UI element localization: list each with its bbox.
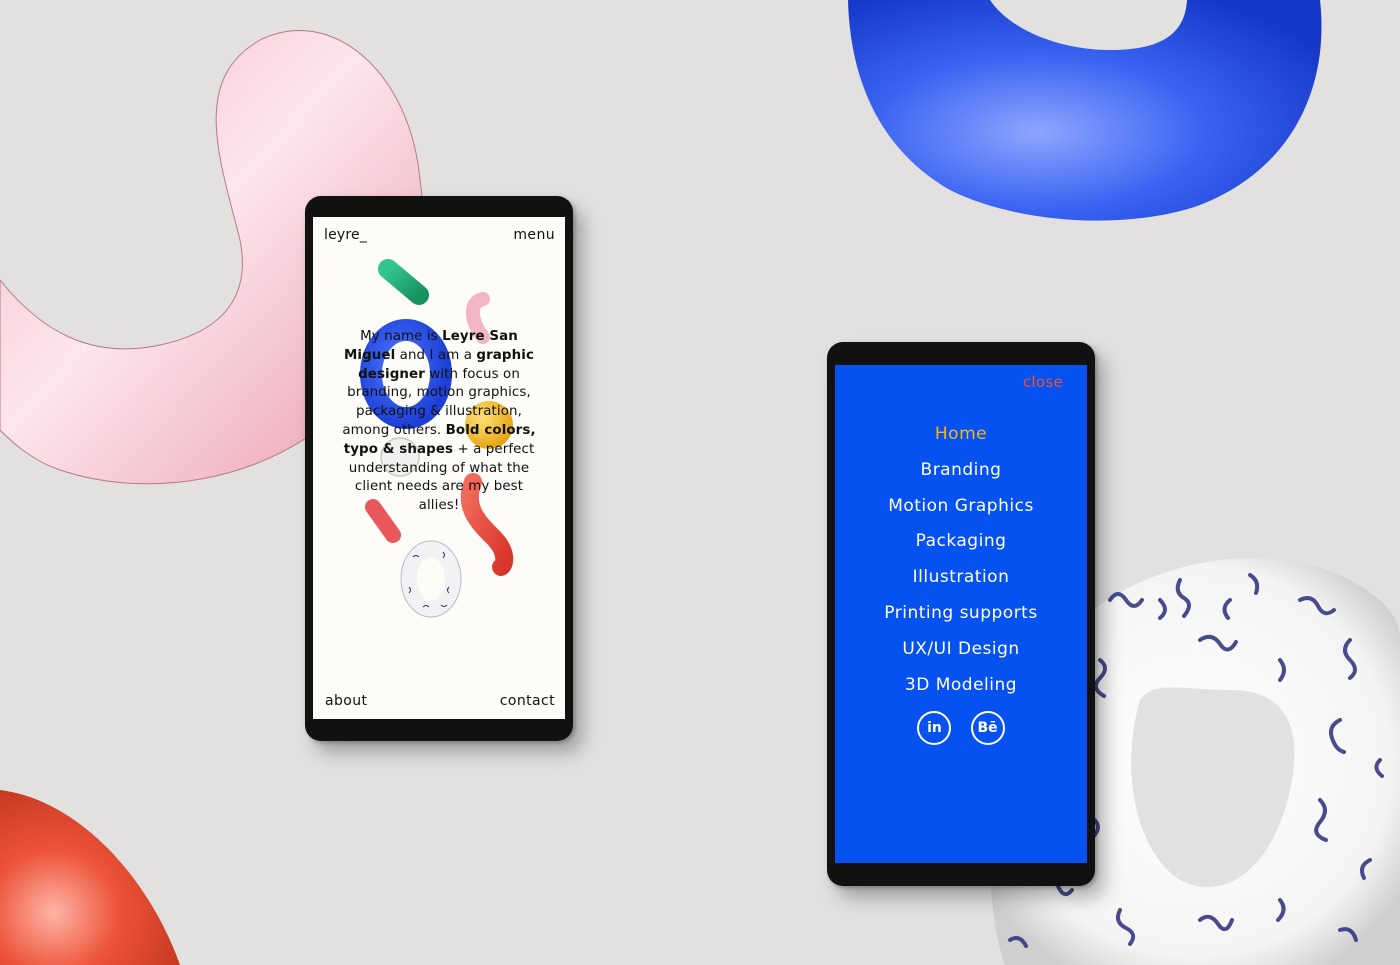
patterned-ring-shape [401,541,461,617]
red-blob-shape [0,790,180,965]
nav-item-branding[interactable]: Branding [835,453,1087,489]
site-logo[interactable]: leyre_ [324,227,367,243]
behance-icon[interactable]: Bē [970,711,1005,745]
nav-item-home[interactable]: Home [835,417,1087,453]
menu-screen: close Home Branding Motion Graphics Pack… [835,365,1087,863]
phone-home-mockup: leyre_ menu My name is Leyre San Miguel … [305,196,573,741]
nav-item-printing-supports[interactable]: Printing supports [835,596,1087,632]
home-screen: leyre_ menu My name is Leyre San Miguel … [313,217,565,719]
menu-button[interactable]: menu [513,227,555,243]
main-nav: Home Branding Motion Graphics Packaging … [835,417,1087,703]
green-capsule-shape [378,259,429,305]
blue-torus-shape [848,0,1322,221]
nav-item-3d-modeling[interactable]: 3D Modeling [835,668,1087,704]
about-link[interactable]: about [325,693,367,709]
phone-menu-mockup: close Home Branding Motion Graphics Pack… [827,342,1095,886]
close-button[interactable]: close [1023,373,1063,391]
nav-item-packaging[interactable]: Packaging [835,524,1087,560]
nav-item-illustration[interactable]: Illustration [835,560,1087,596]
social-links: in Bē [835,711,1087,745]
bio-text: My name is Leyre San Miguel and I am a g… [339,328,539,516]
linkedin-icon[interactable]: in [917,711,952,745]
bio-part: My name is [360,329,443,344]
background-decor [0,0,1400,965]
contact-link[interactable]: contact [500,693,555,709]
nav-item-motion-graphics[interactable]: Motion Graphics [835,489,1087,525]
bio-part: and I am a [395,347,477,363]
nav-item-ux-ui-design[interactable]: UX/UI Design [835,632,1087,668]
